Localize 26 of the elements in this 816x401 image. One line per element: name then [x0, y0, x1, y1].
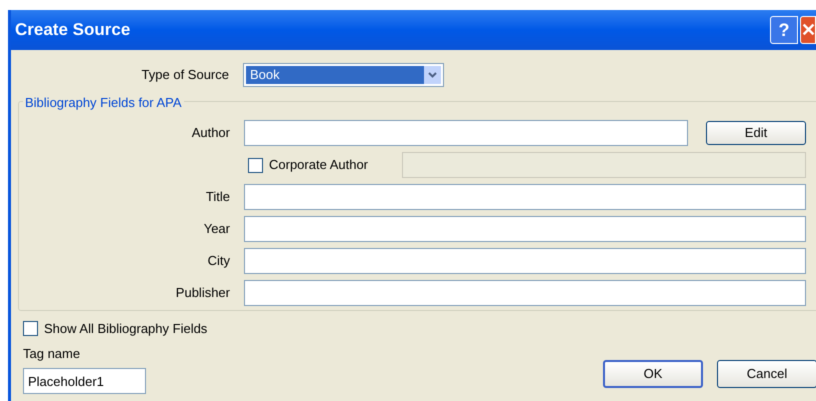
field-label: Title	[204, 188, 231, 206]
checkbox-label: Corporate Author	[269, 156, 368, 174]
text-field[interactable]	[244, 184, 806, 210]
text-field[interactable]	[244, 280, 806, 306]
dialog-button[interactable]: OK	[603, 360, 703, 388]
author-field[interactable]	[244, 120, 688, 146]
edit-button[interactable]: Edit	[706, 121, 806, 145]
field-label: Publisher	[174, 284, 231, 302]
field-label: Year	[202, 220, 231, 238]
text-field[interactable]	[244, 216, 806, 242]
tag-name-field[interactable]: Placeholder1	[23, 368, 146, 394]
field-label: City	[206, 252, 231, 270]
field-label: Tag name	[23, 344, 82, 363]
window-title: Create Source	[15, 19, 130, 42]
dropdown-value: Book	[246, 66, 424, 84]
help-button[interactable]: ?	[770, 16, 798, 44]
checkbox[interactable]	[23, 321, 38, 336]
text-field[interactable]	[244, 248, 806, 274]
source-type-dropdown[interactable]: Book	[243, 63, 444, 87]
dialog-button[interactable]: Cancel	[717, 360, 816, 388]
checkbox[interactable]	[248, 158, 263, 172]
checkbox-label: Show All Bibliography Fields	[44, 320, 208, 338]
field-label: Author	[190, 124, 231, 142]
chevron-down-icon	[424, 66, 441, 84]
field-label: Type of Source	[140, 66, 230, 84]
close-button[interactable]: ✕	[800, 16, 816, 44]
